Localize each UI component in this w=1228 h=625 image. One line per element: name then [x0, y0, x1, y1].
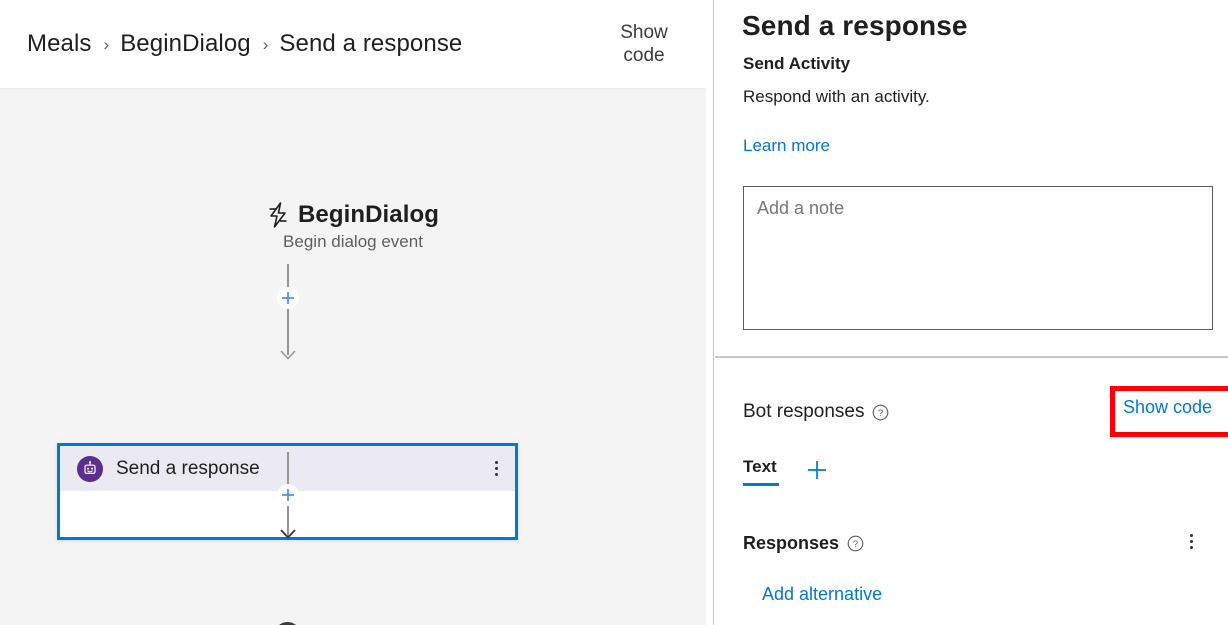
- show-code-toggle-button[interactable]: Show code: [598, 21, 690, 67]
- trigger-subtitle: Begin dialog event: [283, 232, 423, 251]
- lightning-bolt-icon: [267, 202, 289, 228]
- flow-canvas[interactable]: BeginDialog Begin dialog event Send a re…: [0, 88, 706, 625]
- breadcrumb-item-meals[interactable]: Meals: [27, 30, 92, 58]
- bot-avatar-icon: [77, 455, 103, 482]
- app-root: Meals › BeginDialog › Send a response Sh…: [0, 0, 1228, 625]
- breadcrumb-item-begindialog[interactable]: BeginDialog: [120, 30, 251, 58]
- add-action-button-bottom[interactable]: [277, 484, 299, 506]
- breadcrumb-bar: Meals › BeginDialog › Send a response Sh…: [0, 0, 714, 88]
- show-code-line1: Show: [620, 21, 668, 43]
- note-input[interactable]: [743, 186, 1213, 330]
- show-code-line2: code: [623, 45, 665, 66]
- learn-more-link[interactable]: Learn more: [743, 136, 830, 156]
- response-type-tabs: Text: [743, 457, 829, 487]
- show-code-link[interactable]: Show code: [1123, 397, 1212, 418]
- action-card-title: Send a response: [116, 457, 260, 479]
- dialog-designer-pane: Meals › BeginDialog › Send a response Sh…: [0, 0, 714, 625]
- connector-arrow-bottom: [280, 526, 296, 539]
- help-circle-icon[interactable]: ?: [847, 535, 864, 552]
- svg-text:?: ?: [878, 408, 883, 419]
- plus-icon: [807, 461, 826, 479]
- responses-label: Responses: [743, 532, 840, 553]
- breadcrumb: Meals › BeginDialog › Send a response: [0, 0, 598, 88]
- page-title: Send a response: [742, 10, 968, 41]
- trigger-title-row: BeginDialog: [0, 201, 706, 229]
- responses-kebab-menu-icon[interactable]: [1182, 528, 1201, 555]
- plus-icon: [282, 292, 294, 304]
- action-card-kebab-menu-icon[interactable]: [487, 455, 506, 482]
- plus-icon: [282, 489, 294, 501]
- properties-panel: Send a response Send Activity Respond wi…: [714, 0, 1228, 625]
- panel-section-divider: [715, 356, 1228, 358]
- bot-responses-label: Bot responses: [743, 401, 865, 422]
- panel-description: Respond with an activity.: [743, 87, 930, 106]
- connector-arrow-top: [280, 347, 296, 360]
- add-alternative-link[interactable]: Add alternative: [762, 584, 882, 605]
- help-circle-icon[interactable]: ?: [872, 404, 889, 421]
- responses-header: Responses ?: [743, 530, 1213, 556]
- breadcrumb-separator-icon: ›: [262, 35, 269, 54]
- trigger-title-label: BeginDialog: [297, 201, 440, 228]
- connector-line-top: [287, 264, 289, 355]
- add-action-button-top[interactable]: [277, 287, 299, 309]
- panel-subtitle: Send Activity: [743, 54, 851, 73]
- tab-text[interactable]: Text: [743, 457, 779, 486]
- breadcrumb-item-send-a-response[interactable]: Send a response: [279, 30, 462, 58]
- add-response-type-button[interactable]: [805, 457, 829, 487]
- breadcrumb-separator-icon: ›: [103, 35, 110, 54]
- trigger-node[interactable]: BeginDialog Begin dialog event: [0, 201, 706, 252]
- svg-text:?: ?: [853, 539, 858, 550]
